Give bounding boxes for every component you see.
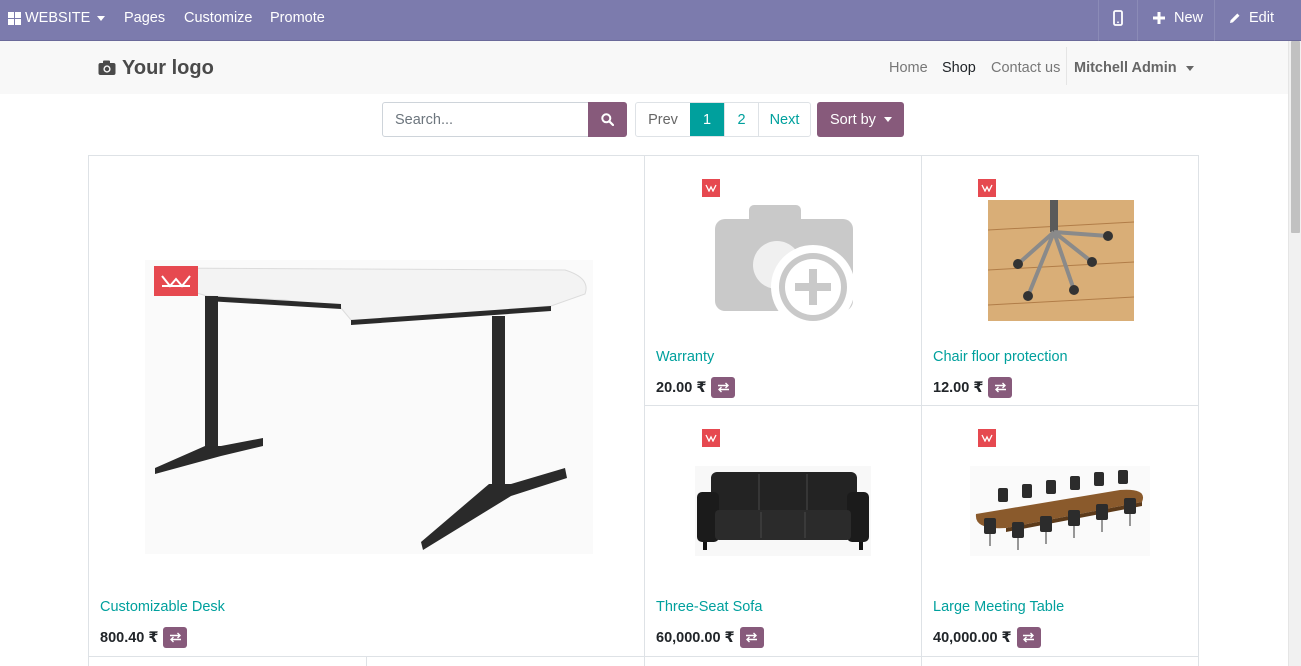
- product-card[interactable]: [367, 657, 645, 666]
- nav-item-contact-us[interactable]: Contact us: [991, 60, 1060, 76]
- product-grid: Customizable Desk 800.40 ₹ Warranty 20.0…: [88, 155, 1199, 666]
- search-icon: [601, 113, 614, 126]
- caret-down-icon: [97, 15, 106, 21]
- product-image[interactable]: [145, 260, 593, 554]
- product-card[interactable]: [89, 657, 367, 666]
- product-name[interactable]: Chair floor protection: [933, 349, 1068, 365]
- compare-button[interactable]: [163, 627, 188, 648]
- price-value: 800.40 ₹: [100, 629, 159, 646]
- divider: [1098, 0, 1099, 41]
- product-card[interactable]: Large Meeting Table 40,000.00 ₹: [922, 406, 1199, 657]
- logo-text: Your logo: [122, 56, 214, 79]
- price-value: 40,000.00 ₹: [933, 629, 1012, 646]
- pages-menu[interactable]: Pages: [124, 0, 165, 36]
- new-button[interactable]: New: [1153, 0, 1203, 36]
- new-button-label: New: [1174, 10, 1204, 26]
- divider: [1214, 0, 1215, 41]
- product-card[interactable]: [645, 657, 922, 666]
- product-price: 60,000.00 ₹: [656, 627, 764, 648]
- product-name[interactable]: Customizable Desk: [100, 599, 225, 615]
- product-price: 20.00 ₹: [656, 377, 736, 398]
- compare-icon: [994, 382, 1006, 393]
- price-value: 60,000.00 ₹: [656, 629, 735, 646]
- compare-button[interactable]: [988, 377, 1013, 398]
- product-card[interactable]: Warranty 20.00 ₹: [645, 156, 922, 406]
- promote-menu[interactable]: Promote: [270, 0, 325, 36]
- edit-button-label: Edit: [1249, 10, 1274, 26]
- pager: Prev 1 2 Next: [635, 102, 811, 137]
- sale-ribbon-icon: [702, 179, 720, 197]
- website-menu-label: WEBSITE: [25, 10, 91, 26]
- camera-icon: [98, 60, 116, 75]
- customize-menu[interactable]: Customize: [184, 0, 253, 36]
- apps-grid-icon: [8, 11, 21, 25]
- nav-item-home[interactable]: Home: [889, 60, 928, 76]
- caret-down-icon: [883, 117, 892, 122]
- edit-button[interactable]: Edit: [1229, 0, 1274, 36]
- camera-placeholder-icon[interactable]: [715, 205, 855, 327]
- product-price: 12.00 ₹: [933, 377, 1013, 398]
- sale-ribbon-icon: [702, 429, 720, 447]
- site-header: Your logo Home Shop Contact us Mitchell …: [0, 41, 1288, 94]
- divider: [1137, 0, 1138, 41]
- product-card[interactable]: Three-Seat Sofa 60,000.00 ₹: [645, 406, 922, 657]
- pager-prev[interactable]: Prev: [636, 103, 690, 136]
- compare-button[interactable]: [739, 627, 764, 648]
- compare-icon: [746, 632, 758, 643]
- product-price: 40,000.00 ₹: [933, 627, 1041, 648]
- price-value: 20.00 ₹: [656, 379, 707, 396]
- product-image[interactable]: [695, 466, 871, 556]
- sale-ribbon-icon: [154, 266, 198, 296]
- sort-by-dropdown[interactable]: Sort by: [817, 102, 904, 137]
- divider: [1066, 47, 1067, 85]
- caret-down-icon: [1185, 65, 1194, 71]
- product-name[interactable]: Large Meeting Table: [933, 599, 1064, 615]
- compare-button[interactable]: [711, 377, 736, 398]
- product-name[interactable]: Warranty: [656, 349, 714, 365]
- product-image[interactable]: [970, 466, 1150, 556]
- mobile-preview-button[interactable]: [1113, 0, 1123, 36]
- sort-by-label: Sort by: [830, 111, 876, 128]
- website-menu[interactable]: WEBSITE: [8, 0, 106, 36]
- pager-page-1[interactable]: 1: [690, 103, 724, 136]
- search-input[interactable]: [382, 102, 589, 137]
- sale-ribbon-icon: [978, 179, 996, 197]
- compare-icon: [717, 382, 729, 393]
- product-price: 800.40 ₹: [100, 627, 188, 648]
- plus-icon: [1153, 12, 1165, 24]
- sale-ribbon-icon: [978, 429, 996, 447]
- mobile-icon: [1113, 10, 1123, 26]
- pager-page-2[interactable]: 2: [724, 103, 758, 136]
- site-logo[interactable]: Your logo: [98, 57, 214, 79]
- search-button[interactable]: [588, 102, 627, 137]
- compare-icon: [1023, 632, 1035, 643]
- pencil-icon: [1230, 13, 1240, 23]
- product-image[interactable]: [988, 200, 1134, 321]
- compare-button[interactable]: [1016, 627, 1041, 648]
- user-menu[interactable]: Mitchell Admin: [1074, 60, 1194, 76]
- nav-item-shop[interactable]: Shop: [942, 60, 976, 76]
- user-name: Mitchell Admin: [1074, 60, 1177, 76]
- website-editor-bar: WEBSITE Pages Customize Promote New Edit: [0, 0, 1301, 41]
- compare-icon: [169, 632, 181, 643]
- pager-next[interactable]: Next: [758, 103, 810, 136]
- product-name[interactable]: Three-Seat Sofa: [656, 599, 762, 615]
- page-scrollbar[interactable]: [1288, 41, 1301, 666]
- product-card[interactable]: [922, 657, 1199, 666]
- product-card[interactable]: Customizable Desk 800.40 ₹: [89, 156, 645, 657]
- price-value: 12.00 ₹: [933, 379, 984, 396]
- product-card[interactable]: Chair floor protection 12.00 ₹: [922, 156, 1199, 406]
- scrollbar-thumb[interactable]: [1291, 41, 1300, 233]
